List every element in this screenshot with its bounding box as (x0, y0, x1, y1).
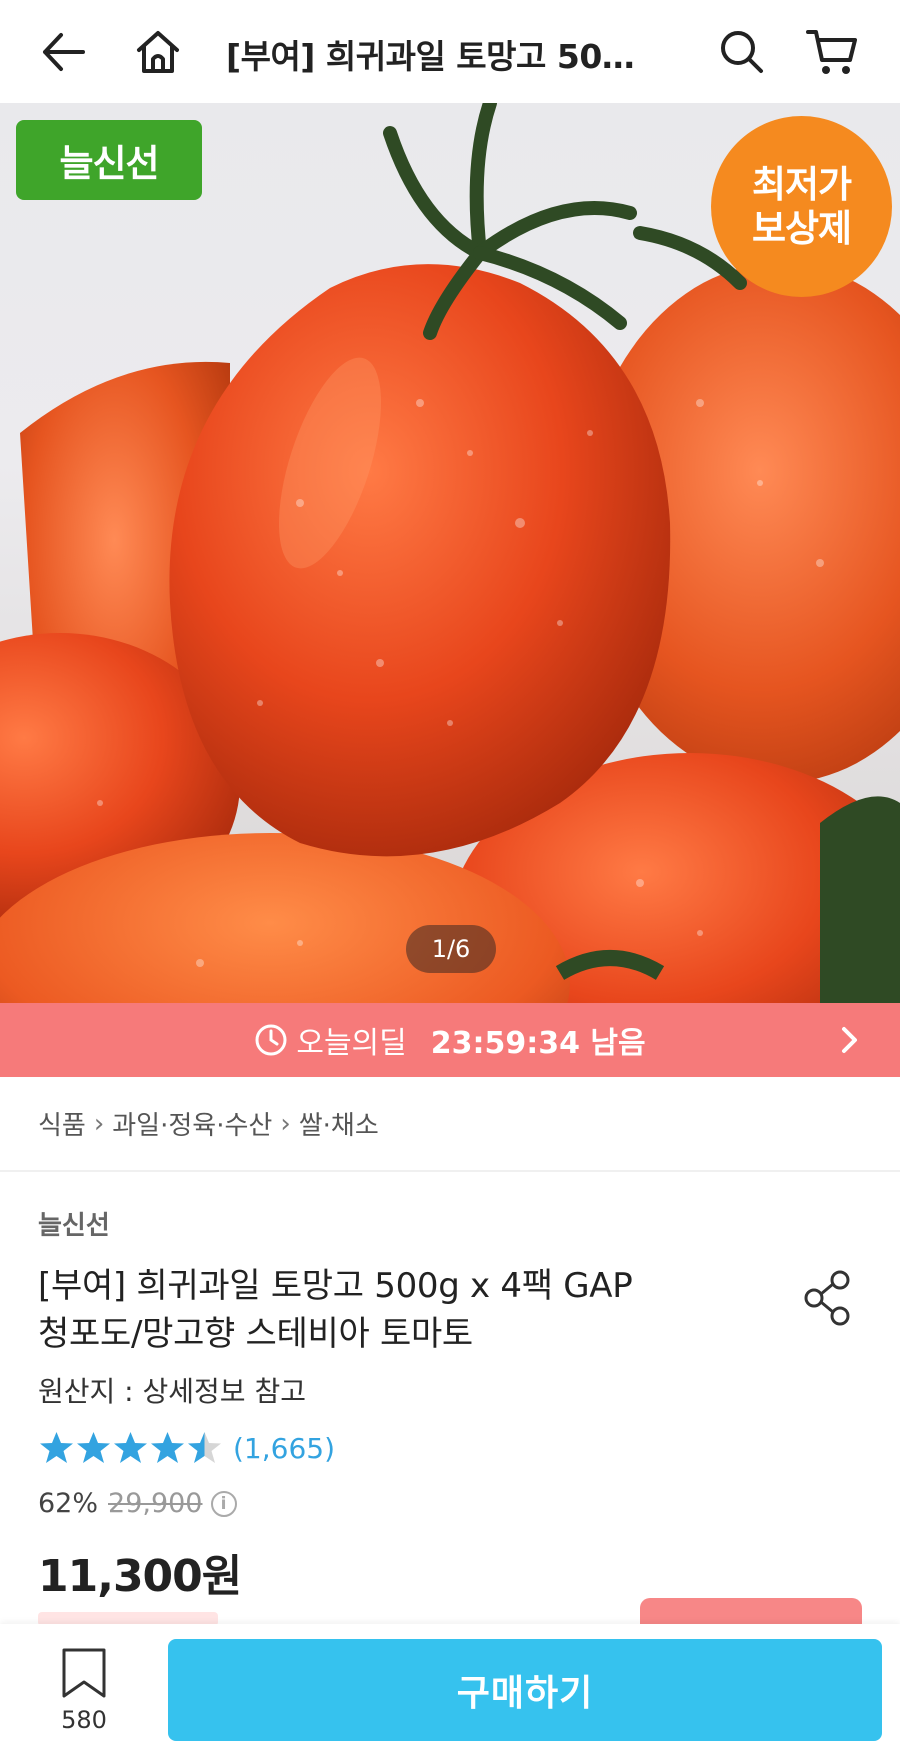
chevron-right-icon: › (93, 1108, 105, 1139)
breadcrumb: 식품 › 과일·정육·수산 › 쌀·채소 (0, 1077, 900, 1172)
sale-price: 11,300원 (38, 1551, 242, 1602)
lowest-price-badge: 최저가 보상제 (711, 116, 892, 297)
bottom-action-bar: 580 구매하기 (0, 1624, 900, 1756)
review-count[interactable]: (1,665) (233, 1432, 335, 1465)
bookmark-icon (62, 1648, 106, 1698)
discount-rate: 62% (38, 1488, 99, 1519)
page-title: [부여] 희귀과일 토망고 50… (226, 37, 635, 76)
star-icon (77, 1432, 110, 1463)
back-icon[interactable] (34, 22, 94, 82)
breadcrumb-item-fruit-meat-seafood[interactable]: 과일·정육·수산 (112, 1105, 272, 1142)
breadcrumb-item-food[interactable]: 식품 (38, 1105, 86, 1142)
rating-row[interactable]: (1,665) (38, 1430, 335, 1467)
chevron-right-icon: › (280, 1108, 291, 1139)
deal-countdown: 23:59:34 남음 (430, 1026, 646, 1061)
clock-icon (254, 1023, 288, 1057)
star-icon (40, 1432, 73, 1463)
todays-deal-bar[interactable]: 오늘의딜 23:59:34 남음 (0, 1003, 900, 1077)
bookmark-button[interactable]: 580 (52, 1646, 116, 1738)
price-row: 62% 29,900 i (38, 1488, 237, 1519)
product-title-line2: 청포도/망고향 스테비아 토마토 (38, 1314, 473, 1354)
search-icon[interactable] (712, 22, 772, 82)
fresh-badge: 늘신선 (16, 120, 202, 200)
star-icon (188, 1432, 221, 1463)
star-rating (38, 1430, 223, 1467)
home-icon[interactable] (128, 22, 188, 82)
lowest-price-badge-line2: 보상제 (751, 206, 852, 250)
star-icon (151, 1432, 184, 1463)
seller-name[interactable]: 늘신선 (38, 1205, 110, 1242)
top-header: [부여] 희귀과일 토망고 50… (0, 0, 900, 103)
share-icon[interactable] (800, 1266, 856, 1330)
product-image-carousel[interactable]: 늘신선 최저가 보상제 1/6 (0, 103, 900, 1003)
info-icon[interactable]: i (210, 1490, 237, 1517)
origin-info: 원산지 : 상세정보 참고 (38, 1375, 306, 1408)
deal-label: 오늘의딜 (296, 1026, 407, 1061)
chevron-right-icon (832, 1023, 866, 1057)
breadcrumb-item-rice-vegetables[interactable]: 쌀·채소 (299, 1105, 379, 1142)
product-title-line1: [부여] 희귀과일 토망고 500g x 4팩 GAP (38, 1266, 633, 1306)
cart-icon[interactable] (802, 22, 862, 82)
product-title: [부여] 희귀과일 토망고 500g x 4팩 GAP 청포도/망고향 스테비아… (38, 1262, 718, 1358)
bookmark-count: 580 (61, 1706, 107, 1734)
original-price: 29,900 (108, 1488, 203, 1519)
star-icon (114, 1432, 147, 1463)
lowest-price-badge-line1: 최저가 (751, 162, 852, 206)
buy-button[interactable]: 구매하기 (168, 1639, 882, 1741)
image-counter: 1/6 (406, 925, 496, 973)
